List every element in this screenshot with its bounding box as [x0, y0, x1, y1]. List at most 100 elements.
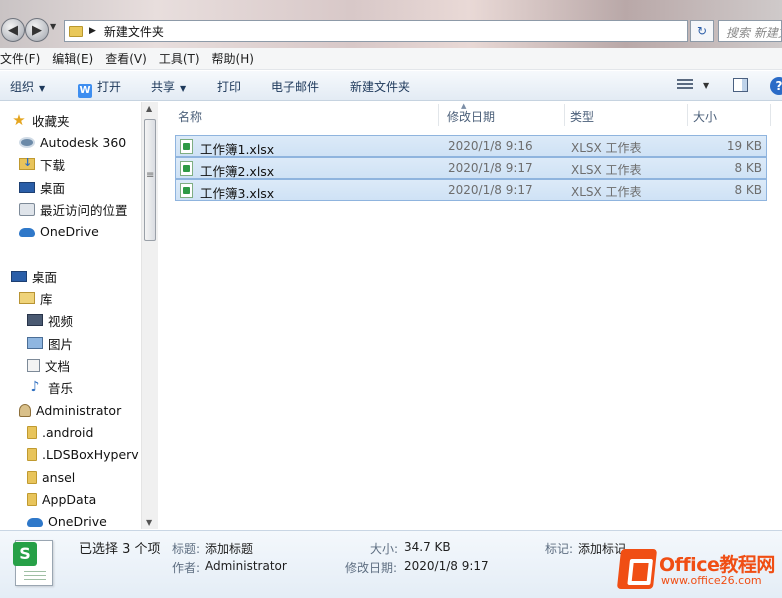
column-divider[interactable]: [438, 104, 439, 126]
nav-scrollbar[interactable]: ▲ ▼: [141, 102, 158, 529]
xlsx-file-icon: [180, 161, 193, 176]
nav-favorites[interactable]: ★ 收藏夹: [11, 110, 70, 130]
nav-onedrive-favorite[interactable]: OneDrive: [19, 221, 99, 241]
column-divider[interactable]: [687, 104, 688, 126]
preview-pane-icon[interactable]: [733, 78, 748, 92]
nav-label: 下载: [40, 157, 66, 173]
nav-ldsbox[interactable]: .LDSBoxHyperv: [27, 444, 139, 464]
file-type: XLSX 工作表: [571, 141, 642, 155]
nav-administrator[interactable]: Administrator: [19, 400, 121, 420]
file-row[interactable]: 工作簿2.xlsx 2020/1/8 9:17 XLSX 工作表 8 KB: [175, 157, 767, 179]
breadcrumb-current[interactable]: 新建文件夹: [104, 23, 164, 40]
refresh-icon: ↻: [696, 24, 708, 38]
wps-icon: W: [78, 84, 92, 98]
nav-label: 桌面: [32, 269, 58, 285]
title-value[interactable]: 添加标题: [205, 540, 253, 557]
help-icon[interactable]: ?: [770, 77, 782, 95]
column-name[interactable]: 名称: [178, 108, 202, 125]
share-button[interactable]: 共享 ▼: [151, 78, 186, 95]
file-row[interactable]: 工作簿1.xlsx 2020/1/8 9:16 XLSX 工作表 19 KB: [175, 135, 767, 157]
chevron-down-icon: ▼: [39, 84, 46, 93]
file-size: 8 KB: [734, 161, 762, 175]
scrollbar-thumb[interactable]: [144, 119, 156, 241]
nav-videos[interactable]: 视频: [27, 310, 73, 330]
nav-label: 收藏夹: [32, 113, 70, 129]
column-date[interactable]: 修改日期: [447, 108, 495, 125]
nav-desktop-favorite[interactable]: 桌面: [19, 177, 65, 197]
nav-pictures[interactable]: 图片: [27, 333, 73, 353]
scroll-up-icon[interactable]: ▲: [146, 104, 152, 113]
file-date: 2020/1/8 9:16: [448, 139, 533, 153]
open-button[interactable]: W 打开: [78, 78, 121, 98]
nav-downloads[interactable]: 下载: [19, 154, 65, 174]
size-value: 34.7 KB: [404, 540, 451, 554]
nav-music[interactable]: ♪ 音乐: [27, 377, 73, 397]
file-row[interactable]: 工作簿3.xlsx 2020/1/8 9:17 XLSX 工作表 8 KB: [175, 179, 767, 201]
modified-value: 2020/1/8 9:17: [404, 559, 489, 573]
nav-onedrive[interactable]: OneDrive: [27, 511, 107, 529]
pictures-icon: [27, 337, 43, 349]
file-name: 工作簿1.xlsx: [200, 142, 275, 157]
column-type[interactable]: 类型: [570, 108, 594, 125]
arrow-left-icon: ◀: [8, 22, 18, 38]
organize-label: 组织: [10, 80, 35, 94]
spreadsheet-badge-icon: S: [13, 542, 37, 566]
search-input[interactable]: 搜索 新建文件夹: [718, 20, 782, 42]
selection-count: 已选择 3 个项: [79, 542, 161, 557]
menu-edit[interactable]: 编辑(E): [46, 50, 99, 67]
email-button[interactable]: 电子邮件: [271, 78, 319, 95]
nav-label: .LDSBoxHyperv: [42, 446, 139, 462]
view-options-icon[interactable]: [677, 79, 693, 91]
recent-pages-dropdown-icon[interactable]: ▼: [50, 22, 56, 31]
column-divider[interactable]: [770, 104, 771, 126]
menu-tools[interactable]: 工具(T): [153, 50, 206, 67]
watermark-url: www.office26.com: [661, 574, 762, 587]
chevron-down-icon: ▼: [180, 84, 187, 93]
nav-desktop[interactable]: 桌面: [11, 266, 57, 286]
nav-label: 音乐: [48, 380, 74, 396]
download-folder-icon: [19, 156, 35, 170]
nav-android[interactable]: .android: [27, 422, 93, 442]
chevron-down-icon[interactable]: ▼: [703, 81, 709, 90]
nav-recent[interactable]: 最近访问的位置: [19, 199, 128, 219]
column-header: ▲ 名称 修改日期 类型 大小: [160, 102, 782, 128]
menu-help[interactable]: 帮助(H): [206, 50, 260, 67]
refresh-button[interactable]: ↻: [690, 20, 714, 42]
desktop-icon: [11, 270, 27, 282]
share-label: 共享: [151, 80, 176, 94]
nav-label: 图片: [48, 336, 74, 352]
nav-label: 库: [40, 291, 53, 307]
user-folder-icon: [19, 403, 31, 417]
organize-button[interactable]: 组织 ▼: [10, 78, 45, 95]
scroll-down-icon[interactable]: ▼: [146, 518, 152, 527]
navigation-pane: ★ 收藏夹 Autodesk 360 下载 桌面 最近访问的位置 OneDrive…: [0, 102, 158, 529]
watermark-brand: Office教程网: [659, 554, 775, 576]
file-size: 8 KB: [734, 183, 762, 197]
nav-ansel[interactable]: ansel: [27, 467, 75, 487]
onedrive-icon: [19, 228, 35, 237]
back-button[interactable]: ◀: [1, 18, 25, 42]
desktop-icon: [19, 181, 35, 193]
nav-libraries[interactable]: 库: [19, 288, 53, 308]
nav-appdata[interactable]: AppData: [27, 489, 96, 509]
new-folder-button[interactable]: 新建文件夹: [350, 78, 410, 95]
menu-file[interactable]: 文件(F): [0, 50, 46, 67]
video-icon: [27, 314, 43, 326]
nav-label: Autodesk 360: [40, 134, 127, 150]
column-divider[interactable]: [564, 104, 565, 126]
menu-view[interactable]: 查看(V): [99, 50, 153, 67]
forward-button[interactable]: ▶: [25, 18, 49, 42]
nav-autodesk[interactable]: Autodesk 360: [19, 132, 126, 152]
nav-label: OneDrive: [40, 223, 99, 239]
address-bar[interactable]: ▶ 新建文件夹: [64, 20, 688, 42]
file-name: 工作簿2.xlsx: [200, 164, 275, 179]
folder-icon: [27, 447, 37, 461]
column-size[interactable]: 大小: [693, 108, 717, 125]
breadcrumb-separator-icon[interactable]: ▶: [89, 26, 96, 36]
author-value[interactable]: Administrator: [205, 559, 287, 573]
office-logo-icon: [616, 549, 658, 589]
nav-documents[interactable]: 文档: [27, 355, 70, 375]
title-bar: ◀ ▶ ▼ ▶ 新建文件夹 ↻ 搜索 新建文件夹: [0, 0, 782, 48]
nav-label: .android: [42, 424, 94, 440]
print-button[interactable]: 打印: [217, 78, 241, 95]
